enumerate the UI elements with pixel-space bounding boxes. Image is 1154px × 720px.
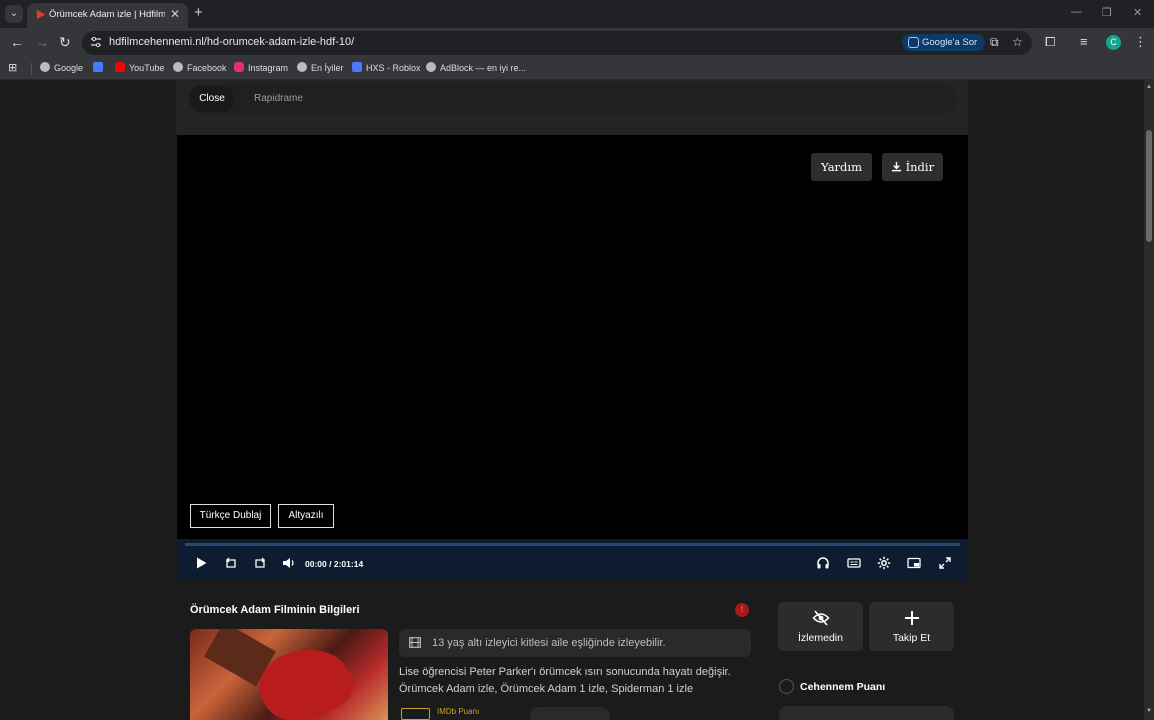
age-rating-box: 13 yaş altı izleyici kitlesi aile eşliği… [399, 629, 751, 657]
cast-pill[interactable] [530, 707, 610, 720]
back-icon[interactable]: ← [10, 34, 24, 50]
seek-bar[interactable] [185, 543, 960, 546]
not-watched-label: İzlemedin [798, 632, 843, 644]
movie-info-title: Örümcek Adam Filminin Bilgileri [190, 604, 360, 616]
time-separator: / [329, 559, 332, 569]
active-tab[interactable]: Örümcek Adam izle | Hdfilmcehennemi ✕ [27, 3, 188, 28]
movie-poster[interactable] [190, 629, 388, 720]
captions-icon[interactable] [847, 556, 861, 570]
age-rating-text: 13 yaş altı izleyici kitlesi aile eşliği… [432, 637, 666, 649]
page-viewport: Close Rapidrame Yardım İndir Türkçe Dubl… [0, 80, 1144, 720]
download-button[interactable]: İndir [882, 153, 943, 181]
bookmark-facebook[interactable]: Facebook [173, 62, 227, 73]
roblox-icon [93, 62, 103, 72]
film-icon [409, 637, 421, 648]
globe-icon [297, 62, 307, 72]
settings-gear-icon[interactable] [877, 556, 891, 570]
bookmark-adblock[interactable]: AdBlock — en iyi re... [426, 62, 526, 73]
bookmark-google[interactable]: Google [40, 62, 83, 73]
browser-toolbar: ← → ↻ hdfilmcehennemi.nl/hd-orumcek-adam… [0, 28, 1154, 58]
instagram-icon [234, 62, 244, 72]
globe-icon [426, 62, 436, 72]
source-selector: Close Rapidrame [188, 84, 956, 114]
movie-description: Lise öğrencisi Peter Parker'ı örümcek ıs… [399, 666, 731, 695]
url-text[interactable]: hdfilmcehennemi.nl/hd-orumcek-adam-izle-… [109, 36, 354, 48]
source-rapidrame-tab[interactable]: Rapidrame [254, 86, 303, 112]
apps-grid-icon[interactable]: ⊞ [8, 61, 17, 74]
source-close-tab[interactable]: Close [190, 86, 234, 112]
current-time: 00:00 [305, 559, 327, 569]
flame-icon [779, 679, 794, 694]
bookmark-roblox[interactable] [93, 62, 107, 73]
tab-title: Örümcek Adam izle | Hdfilmcehennemi [49, 9, 165, 20]
rewind-10-icon[interactable] [224, 556, 238, 570]
scroll-up-icon[interactable]: ▲ [1146, 84, 1152, 90]
tab-search-button[interactable]: ⌄ [5, 5, 23, 23]
follow-button[interactable]: Takip Et [869, 602, 954, 651]
roblox-icon [352, 62, 362, 72]
address-bar[interactable]: hdfilmcehennemi.nl/hd-orumcek-adam-izle-… [82, 31, 1032, 55]
new-tab-icon[interactable]: + [194, 4, 203, 21]
download-label: İndir [905, 160, 935, 174]
google-sor-button[interactable]: Google'a Sor [902, 34, 986, 51]
player-control-bar: 00:00 / 2:01:14 [177, 539, 968, 579]
close-tab-icon[interactable]: ✕ [170, 7, 180, 21]
media-queue-icon[interactable]: ≡ [1080, 34, 1088, 49]
forward-10-icon[interactable] [253, 556, 267, 570]
page-scrollbar[interactable]: ▲ ▼ [1144, 80, 1154, 720]
eye-slash-icon [812, 610, 830, 626]
time-display: 00:00 / 2:01:14 [305, 559, 363, 569]
imdb-logo [401, 708, 430, 720]
bookmarks-bar: ⊞ Google YouTube Facebook Instagram En İ… [0, 58, 1154, 80]
score-title: Cehennem Puanı [800, 681, 886, 693]
site-favicon-icon [36, 9, 46, 20]
lens-icon [908, 37, 919, 48]
profile-avatar[interactable]: C [1106, 35, 1121, 50]
picture-in-picture-icon[interactable] [907, 556, 921, 570]
volume-icon[interactable] [282, 556, 296, 570]
play-icon[interactable] [194, 556, 208, 570]
bookmark-hxs-roblox[interactable]: HXS - Roblox [352, 62, 421, 73]
youtube-icon [115, 62, 125, 72]
globe-icon [173, 62, 183, 72]
turkish-dub-button[interactable]: Türkçe Dublaj [190, 504, 271, 528]
follow-label: Takip Et [892, 632, 931, 644]
reload-icon[interactable]: ↻ [59, 34, 71, 51]
scrollbar-thumb[interactable] [1146, 130, 1152, 242]
score-box [779, 706, 954, 720]
tab-strip: ⌄ Örümcek Adam izle | Hdfilmcehennemi ✕ … [0, 0, 1154, 28]
globe-icon [40, 62, 50, 72]
google-sor-label: Google'a Sor [922, 37, 978, 48]
plus-icon [905, 611, 919, 625]
forward-icon[interactable]: → [35, 34, 49, 50]
scroll-down-icon[interactable]: ▼ [1146, 708, 1152, 714]
bookmark-en-iyiler[interactable]: En İyiler [297, 62, 344, 73]
not-watched-button[interactable]: İzlemedin [778, 602, 863, 651]
imdb-label: IMDb Puanı [437, 707, 480, 716]
duration: 2:01:14 [333, 559, 364, 569]
subtitle-button[interactable]: Altyazılı [278, 504, 334, 528]
menu-icon[interactable]: ⋮ [1134, 34, 1147, 50]
source-panel: Close Rapidrame [176, 80, 968, 135]
bookmark-youtube[interactable]: YouTube [115, 62, 164, 73]
headphones-icon[interactable] [816, 556, 830, 570]
restore-icon[interactable]: ❐ [1102, 6, 1112, 19]
help-button[interactable]: Yardım [811, 153, 872, 181]
minimize-icon[interactable]: — [1071, 6, 1082, 18]
extensions-icon[interactable]: ⧠ [1045, 34, 1055, 50]
site-info-icon[interactable] [90, 36, 102, 48]
bookmarks-divider [31, 63, 32, 75]
bookmark-star-icon[interactable]: ☆ [1012, 35, 1023, 49]
install-app-icon[interactable]: ⧉ [990, 35, 999, 50]
bookmark-instagram[interactable]: Instagram [234, 62, 288, 73]
download-icon [891, 161, 902, 172]
report-icon[interactable]: ! [735, 603, 749, 617]
video-player[interactable]: Yardım İndir Türkçe Dublaj Altyazılı [177, 135, 968, 539]
close-window-icon[interactable]: ✕ [1133, 6, 1142, 19]
fullscreen-icon[interactable] [938, 556, 952, 570]
